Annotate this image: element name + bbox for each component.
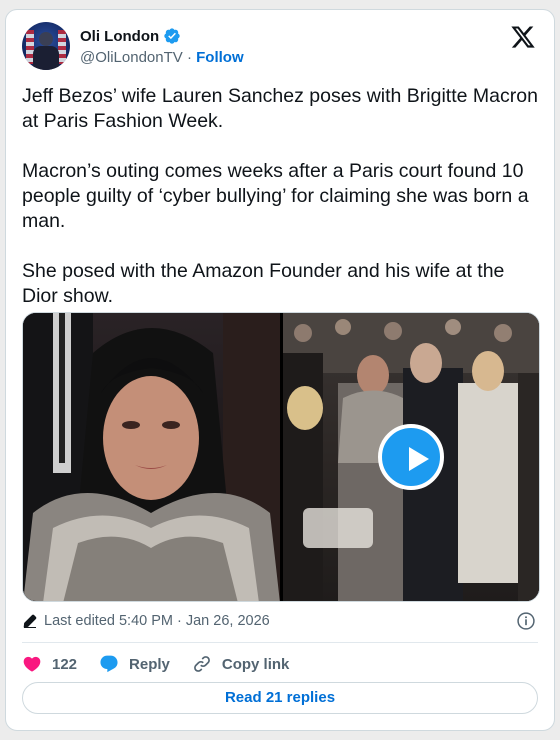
- info-icon[interactable]: [516, 611, 536, 631]
- copy-link-button[interactable]: Copy link: [192, 654, 290, 674]
- media-video[interactable]: [283, 313, 539, 601]
- photo-illustration: [23, 313, 280, 601]
- tweet-media: [22, 312, 540, 602]
- tweet-actions: 122 Reply Copy link: [22, 652, 311, 676]
- author-name-row: Oli London: [80, 27, 181, 45]
- tweet-header: Oli London @OliLondonTV · Follow: [22, 22, 538, 74]
- pencil-icon: [23, 614, 37, 628]
- play-video-button[interactable]: [378, 424, 444, 490]
- tweet-text: Jeff Bezos’ wife Lauren Sanchez poses wi…: [22, 85, 538, 307]
- x-logo-icon[interactable]: [510, 24, 536, 50]
- heart-icon: [23, 656, 41, 672]
- link-icon: [193, 656, 210, 672]
- reply-bubble-icon: [100, 655, 118, 673]
- like-count: 122: [52, 655, 78, 673]
- author-handle[interactable]: @OliLondonTV: [80, 49, 183, 66]
- reply-label: Reply: [129, 655, 170, 673]
- follow-button[interactable]: Follow: [196, 49, 244, 66]
- read-replies-button[interactable]: Read 21 replies: [22, 682, 538, 714]
- media-photo[interactable]: [23, 313, 280, 601]
- verified-badge-icon: [164, 28, 180, 44]
- divider: [22, 642, 538, 643]
- like-button[interactable]: 122: [22, 654, 77, 674]
- reply-button[interactable]: Reply: [99, 654, 170, 674]
- tweet-card: Oli London @OliLondonTV · Follow Jeff Be…: [5, 9, 555, 731]
- handle-separator: ·: [186, 49, 192, 66]
- author-avatar[interactable]: [22, 22, 70, 70]
- author-display-name[interactable]: Oli London: [80, 28, 159, 45]
- copy-link-label: Copy link: [221, 655, 290, 673]
- author-handle-row: @OliLondonTV · Follow: [80, 49, 244, 66]
- tweet-meta: Last edited 5:40 PM · Jan 26, 2026: [22, 610, 538, 632]
- play-icon: [409, 447, 429, 471]
- last-edited-label[interactable]: Last edited 5:40 PM · Jan 26, 2026: [44, 613, 270, 629]
